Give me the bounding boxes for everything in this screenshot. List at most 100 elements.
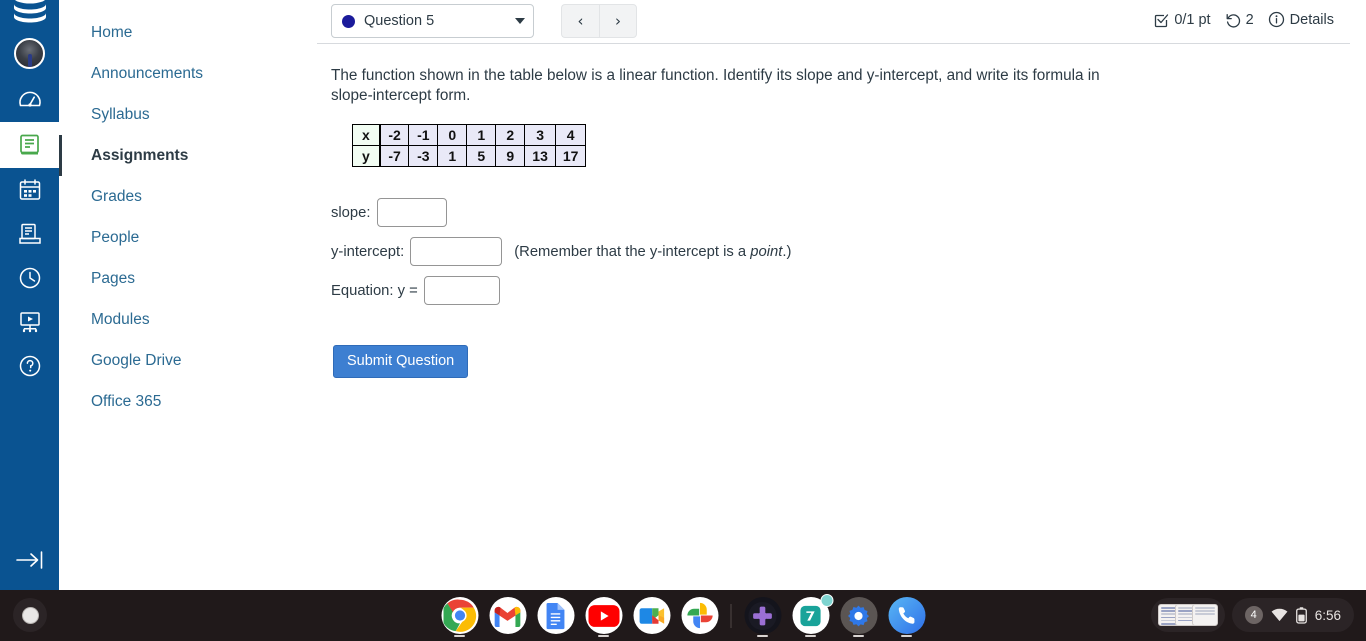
launcher-button[interactable] (13, 598, 47, 632)
quiz-content: Question 5 ‹ › 0/1 pt 2 Details The func… (299, 0, 1366, 590)
sidebar-item-google-drive[interactable]: Google Drive (59, 340, 299, 381)
details-label: Details (1289, 11, 1334, 28)
inbox-icon[interactable] (0, 212, 59, 256)
table-cell-y-1: -3 (408, 145, 439, 167)
dashboard-icon[interactable] (0, 78, 59, 122)
table-header-x: x (351, 124, 381, 146)
function-table-wrapper: x -2 -1 0 1 2 3 4 y -7 -3 1 5 9 13 17 (351, 124, 1346, 167)
taskbar-app-settings[interactable] (835, 590, 883, 641)
taskbar-app-google-docs[interactable] (532, 590, 580, 641)
question-header: Question 5 ‹ › 0/1 pt 2 Details (317, 0, 1350, 44)
status-tray[interactable]: 4 6:56 (1231, 598, 1354, 632)
google-docs-icon (546, 602, 565, 629)
studio-icon[interactable] (0, 300, 59, 344)
app-running-indicator (805, 634, 816, 637)
slope-input[interactable] (376, 198, 447, 227)
taskbar-app-phone-hub[interactable] (883, 590, 931, 641)
taskbar-app-gmail[interactable] (484, 590, 532, 641)
sidebar-item-announcements[interactable]: Announcements (59, 53, 299, 94)
chevron-left-icon: ‹ (577, 12, 584, 30)
function-table: x -2 -1 0 1 2 3 4 y -7 -3 1 5 9 13 17 (351, 124, 587, 167)
hint-prefix: (Remember that the y-intercept is a (514, 243, 751, 260)
y-intercept-hint: (Remember that the y-intercept is a poin… (514, 244, 791, 260)
sidebar-item-modules[interactable]: Modules (59, 299, 299, 340)
hint-suffix: .) (782, 243, 792, 260)
equation-label: Equation: y = (331, 282, 418, 299)
slope-label: slope: (331, 204, 371, 221)
equation-input[interactable] (423, 276, 500, 305)
details-button[interactable]: Details (1268, 11, 1334, 28)
sidebar-item-syllabus[interactable]: Syllabus (59, 94, 299, 135)
taskbar-app-chrome[interactable] (436, 590, 484, 641)
taskbar-app-google-meet[interactable] (628, 590, 676, 641)
calendar-icon[interactable] (0, 168, 59, 212)
slope-row: slope: (331, 198, 1346, 227)
chrome-icon (443, 599, 476, 632)
next-question-button[interactable]: › (599, 4, 637, 38)
taskbar-app-game-controller[interactable] (739, 590, 787, 641)
sidebar-item-courses[interactable] (0, 122, 59, 168)
notification-count-badge: 4 (1244, 606, 1263, 624)
app-running-indicator (454, 634, 465, 637)
question-prompt: The function shown in the table below is… (331, 67, 1100, 104)
gmail-icon (494, 606, 521, 627)
sidebar-item-pages[interactable]: Pages (59, 258, 299, 299)
attempts-status: 2 (1225, 12, 1254, 28)
table-cell-x-3: 1 (466, 124, 497, 146)
app-running-indicator (757, 634, 768, 637)
checkbox-icon (1155, 13, 1169, 27)
taskbar-app-youtube[interactable] (580, 590, 628, 641)
points-status: 0/1 pt (1153, 11, 1211, 28)
table-cell-x-0: -2 (379, 124, 410, 146)
question-select-label: Question 5 (364, 13, 435, 29)
sidebar-item-office-365[interactable]: Office 365 (59, 381, 299, 422)
launcher-icon (21, 606, 39, 624)
phone-icon (898, 607, 914, 624)
y-intercept-input[interactable] (410, 237, 503, 266)
account-avatar[interactable] (0, 28, 59, 78)
taskbar-app-google-photos[interactable] (676, 590, 724, 641)
sidebar-item-grades[interactable]: Grades (59, 176, 299, 217)
taskbar: 4 6:56 (0, 590, 1366, 641)
submit-row: Submit Question (333, 345, 1346, 378)
avatar (14, 37, 45, 69)
window-previews[interactable] (1151, 598, 1225, 632)
table-cell-y-0: -7 (379, 145, 410, 167)
sidebar-item-people[interactable]: People (59, 217, 299, 258)
chevron-down-icon (515, 18, 525, 24)
history-revert-icon (1226, 13, 1240, 28)
table-cell-x-5: 3 (524, 124, 556, 146)
google-photos-icon (686, 602, 713, 629)
table-cell-x-1: -1 (408, 124, 439, 146)
game-controller-icon (748, 601, 777, 630)
table-cell-y-2: 1 (437, 145, 468, 167)
attempts-label: 2 (1245, 11, 1254, 28)
canvas-logo-icon[interactable] (0, 0, 59, 28)
app-running-indicator (598, 634, 609, 637)
taskbar-app-seven[interactable] (787, 590, 835, 641)
points-label: 0/1 pt (1174, 11, 1211, 28)
table-row-y: y -7 -3 1 5 9 13 17 (351, 145, 587, 167)
table-header-y: y (351, 145, 381, 167)
help-icon[interactable] (0, 344, 59, 388)
history-icon[interactable] (0, 256, 59, 300)
previous-question-button[interactable]: ‹ (561, 4, 599, 38)
window-preview-thumbnail (1192, 604, 1218, 626)
app-running-indicator (901, 634, 912, 637)
question-select[interactable]: Question 5 (331, 4, 534, 38)
submit-question-button[interactable]: Submit Question (333, 345, 469, 378)
info-icon (1268, 11, 1284, 28)
table-cell-x-6: 4 (554, 124, 587, 146)
app-badge (820, 594, 833, 607)
sidebar-item-home[interactable]: Home (59, 12, 299, 53)
taskbar-apps (436, 590, 931, 641)
question-body: The function shown in the table below is… (299, 44, 1366, 378)
wifi-icon (1271, 608, 1288, 622)
battery-icon (1295, 606, 1307, 624)
sidebar-item-assignments[interactable]: Assignments (59, 135, 299, 176)
collapse-nav-icon[interactable] (0, 530, 59, 590)
table-cell-x-2: 0 (437, 124, 468, 146)
answer-fields: slope: y-intercept: (Remember that the y… (331, 198, 1346, 305)
table-cell-x-4: 2 (495, 124, 526, 146)
y-intercept-label: y-intercept: (331, 243, 405, 260)
